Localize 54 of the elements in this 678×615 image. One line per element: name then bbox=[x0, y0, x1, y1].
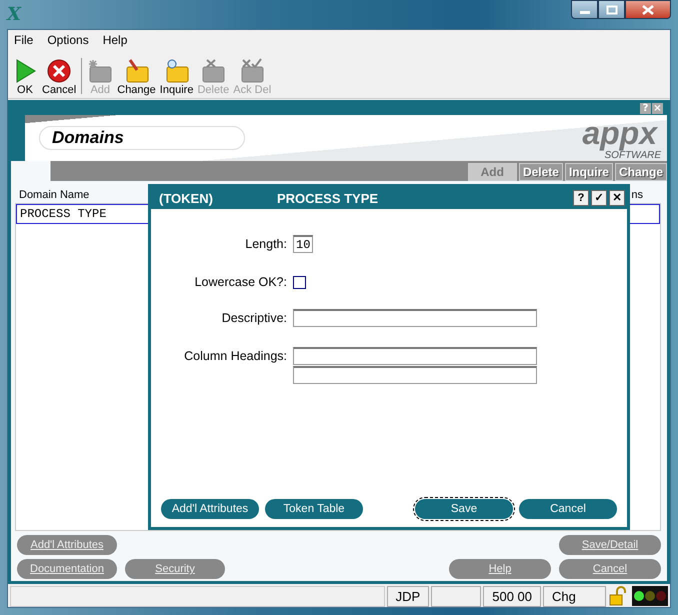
screen-button[interactable]: Cancel bbox=[559, 559, 661, 579]
input-field[interactable] bbox=[293, 347, 537, 365]
dialog-control-button[interactable]: ✕ bbox=[609, 190, 625, 206]
column-header: ns bbox=[631, 189, 643, 201]
column-header: Domain Name bbox=[19, 189, 90, 201]
folder-icon bbox=[87, 58, 114, 84]
folder-magnifier-icon bbox=[164, 58, 190, 84]
screen-button[interactable]: Add'l Attributes bbox=[17, 535, 117, 555]
screen-button[interactable]: Documentation bbox=[17, 559, 117, 579]
app-logo-icon: X bbox=[7, 4, 21, 25]
screen-button[interactable]: Save/Detail bbox=[559, 535, 661, 555]
status-cell: 500 00 bbox=[483, 586, 541, 607]
folder-x-icon bbox=[200, 58, 226, 84]
screen-button[interactable]: Security bbox=[125, 559, 225, 579]
dialog-button[interactable]: Cancel bbox=[519, 499, 617, 519]
checkbox[interactable] bbox=[293, 276, 306, 289]
menu-item[interactable]: File bbox=[14, 33, 34, 49]
maximize-button[interactable] bbox=[598, 0, 625, 19]
field-label: Length: bbox=[244, 236, 287, 251]
dialog-type: (TOKEN) bbox=[159, 190, 213, 206]
field-label: Column Headings: bbox=[183, 348, 287, 363]
dialog-control-button[interactable]: ? bbox=[573, 190, 589, 206]
minimize-button[interactable] bbox=[571, 0, 598, 19]
traffic-light-icon bbox=[632, 586, 668, 606]
close-button[interactable] bbox=[625, 0, 671, 19]
status-cell: Chg bbox=[543, 586, 606, 607]
cancel-icon bbox=[46, 58, 72, 84]
input-field[interactable] bbox=[293, 366, 537, 384]
lock-icon bbox=[608, 586, 628, 606]
status-cell bbox=[431, 586, 482, 607]
menu-item[interactable]: Options bbox=[47, 33, 89, 49]
dialog-button[interactable]: Add'l Attributes bbox=[161, 499, 259, 519]
dialog-control-button[interactable]: ✓ bbox=[591, 190, 607, 206]
field-label: Descriptive: bbox=[220, 310, 287, 325]
folder-check-icon bbox=[239, 58, 266, 84]
toolbar-button[interactable]: OK bbox=[10, 58, 40, 96]
dialog-button[interactable]: Token Table bbox=[265, 499, 363, 519]
close-icon bbox=[642, 4, 654, 14]
logo-subtitle: SOFTWARE bbox=[604, 150, 661, 160]
field-label: Lowercase OK?: bbox=[194, 274, 287, 289]
input-field[interactable]: 10 bbox=[293, 235, 313, 253]
folder-pencil-icon bbox=[124, 58, 150, 84]
screen-title: Domains bbox=[39, 126, 245, 150]
dialog-title: PROCESS TYPE bbox=[276, 190, 378, 206]
menu-item[interactable]: Help bbox=[102, 33, 128, 49]
toolbar-button[interactable]: Cancel bbox=[40, 58, 78, 96]
toolbar-button[interactable]: Change bbox=[115, 58, 158, 96]
maximize-icon bbox=[606, 4, 618, 14]
logo-text: appx bbox=[582, 116, 659, 150]
toolbar-button[interactable]: Inquire bbox=[158, 58, 196, 96]
dialog-button[interactable]: Save bbox=[415, 499, 513, 519]
screen-button[interactable]: Help bbox=[449, 559, 551, 579]
status-cell: JDP bbox=[386, 586, 430, 607]
input-field[interactable] bbox=[293, 309, 537, 327]
